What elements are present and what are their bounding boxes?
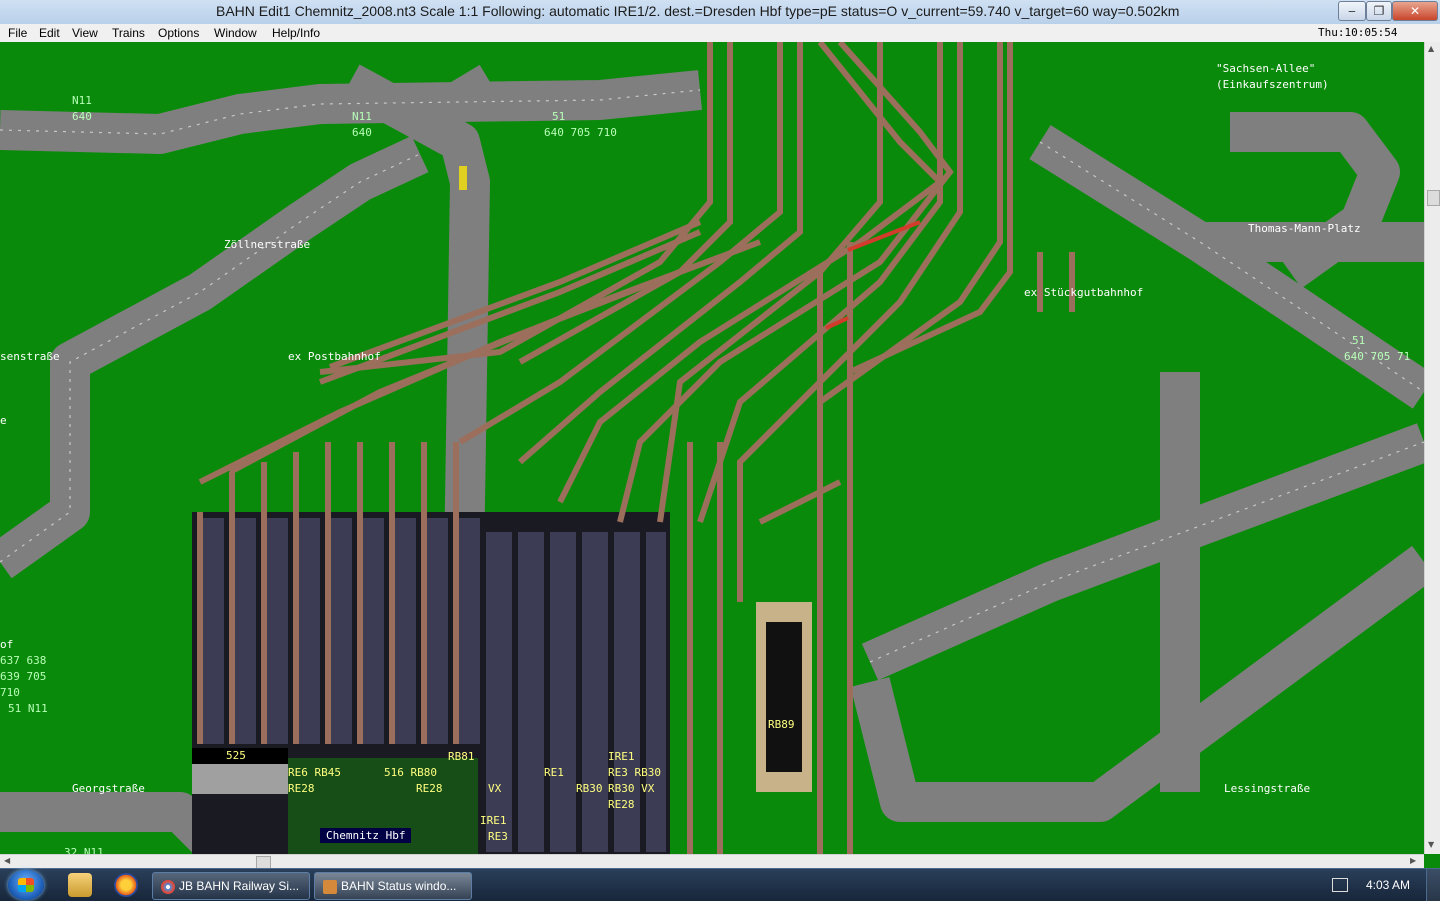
menu-bar: File Edit View Trains Options Window Hel… [0,24,1440,43]
place-label: ex Stückgutbahnhof [1024,286,1144,299]
scroll-right-icon[interactable]: ▶ [1410,856,1416,865]
firefox-icon[interactable] [114,873,138,897]
street-label: Georgstraße [72,782,145,795]
platform-label: IRE1 [480,814,507,827]
menu-options[interactable]: Options [158,26,199,40]
platform-label: 516 RB80 [384,766,437,779]
street-label: senstraße [0,350,60,363]
bus [459,166,467,190]
road-label: 710 [0,686,20,699]
taskbar-bahn-railway[interactable]: JB BAHN Railway Si... [152,872,310,900]
street-label: Zöllnerstraße [224,238,311,251]
close-button[interactable]: ✕ [1392,1,1438,21]
show-desktop-button[interactable] [1426,869,1440,901]
action-center-icon[interactable] [1332,878,1348,892]
title-bar: BAHN Edit1 Chemnitz_2008.nt3 Scale 1:1 F… [0,0,1440,25]
scroll-up-icon[interactable]: ▲ [1428,44,1434,53]
bahn-app-icon [323,879,337,894]
road-label: 640 [72,110,92,123]
platform-label: 525 [222,749,250,762]
road-label: 637 638 [0,654,47,667]
road-label: 51 N11 [8,702,48,715]
menu-file[interactable]: File [8,26,27,40]
road-label: 640 705 710 [544,126,617,139]
vertical-scroll-thumb[interactable] [1427,190,1440,206]
platform-label: RE1 [544,766,564,779]
taskbar-bahn-status[interactable]: BAHN Status windo... [314,872,472,900]
platform-label: RE3 [488,830,508,843]
window-title: BAHN Edit1 Chemnitz_2008.nt3 Scale 1:1 F… [216,3,1180,19]
vertical-scrollbar[interactable]: ▲ ▼ [1424,42,1440,854]
menu-edit[interactable]: Edit [39,26,60,40]
platform-label: VX [488,782,502,795]
railway-map[interactable]: N11 640 N11 640 51 640 705 710 "Sachsen-… [0,42,1424,854]
station-building [192,764,288,794]
start-button[interactable] [8,870,44,900]
platform-label: RE28 [416,782,443,795]
platform-label: RE6 RB45 [288,766,341,779]
menu-trains[interactable]: Trains [112,26,145,40]
minimize-button[interactable]: ‒ [1338,1,1366,21]
road-label: 51 [1352,334,1366,347]
horizontal-scrollbar[interactable]: ◀ ▶ [0,854,1424,869]
road-label: 639 705 [0,670,47,683]
platform-label: RE3 RB30 [608,766,661,779]
depot-shed [766,622,802,772]
platform-label: IRE1 [608,750,635,763]
road-label: 32 N11 [64,846,104,854]
explorer-icon[interactable] [68,873,92,897]
place-label: of [0,638,14,651]
road-label: N11 [72,94,92,107]
menu-window[interactable]: Window [214,26,257,40]
windows-logo-icon [18,878,34,892]
sim-clock: Thu:10:05:54 [1318,26,1398,39]
tray-clock[interactable]: 4:03 AM [1366,878,1410,892]
map-drawing [0,42,1424,854]
road-label: N11 [352,110,372,123]
platform-label: RE28 [288,782,315,795]
place-label: "Sachsen-Allee" [1216,62,1316,75]
scroll-down-icon[interactable]: ▼ [1428,840,1434,849]
street-label: Thomas-Mann-Platz [1248,222,1361,235]
road-label: 640 [352,126,372,139]
menu-view[interactable]: View [72,26,98,40]
scroll-left-icon[interactable]: ◀ [4,856,10,865]
platform-label: RB81 [448,750,475,763]
place-label: ex Postbahnhof [288,350,381,363]
street-label: Lessingstraße [1224,782,1311,795]
place-label: (Einkaufszentrum) [1216,78,1329,91]
maximize-button[interactable]: ❐ [1366,1,1392,21]
chrome-icon [161,879,175,894]
road-label: 51 [552,110,566,123]
station-name-label[interactable]: Chemnitz Hbf [320,828,412,843]
street-label: e [0,414,7,427]
platform-label: RE28 [608,798,635,811]
platform-label: RB30 VX [608,782,655,795]
platform-label: RB30 [576,782,603,795]
platform-label: RB89 [768,718,795,731]
taskbar: JB BAHN Railway Si... BAHN Status windo.… [0,868,1440,901]
road-label: 640 705 71 [1344,350,1411,363]
menu-help[interactable]: Help/Info [272,26,320,40]
